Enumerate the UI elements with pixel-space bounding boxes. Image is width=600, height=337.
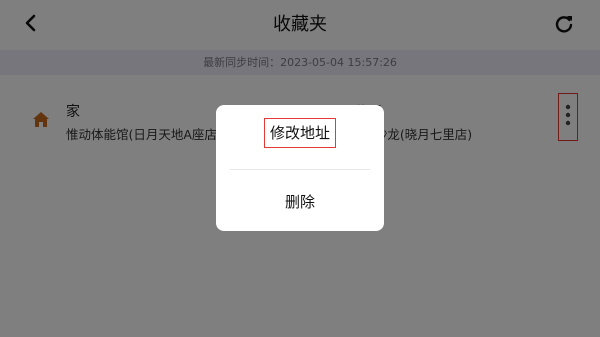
- delete-button[interactable]: 删除: [216, 187, 384, 217]
- edit-address-button[interactable]: 修改地址: [216, 118, 384, 158]
- edit-address-label: 修改地址: [263, 118, 336, 148]
- divider: [230, 169, 370, 170]
- options-dialog: 修改地址 删除: [216, 105, 384, 231]
- delete-label: 删除: [284, 193, 315, 211]
